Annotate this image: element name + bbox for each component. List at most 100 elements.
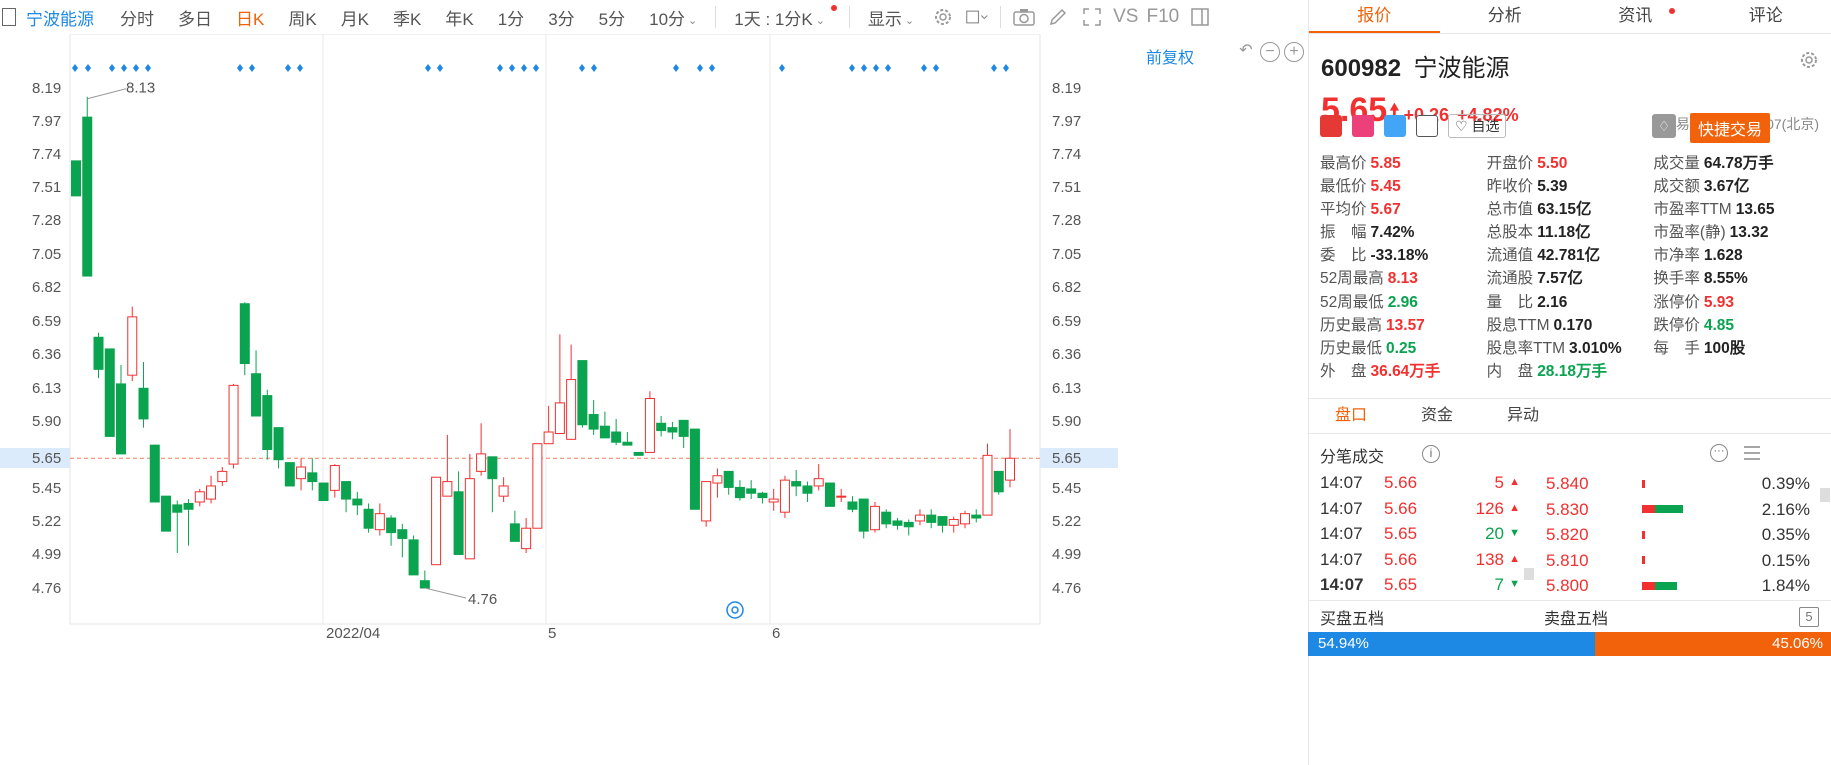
candle-body bbox=[307, 472, 318, 483]
undo-icon[interactable]: ↶ bbox=[1236, 42, 1256, 62]
panel-toggle-icon[interactable] bbox=[1189, 6, 1211, 28]
period-tab-weekly[interactable]: 周K bbox=[288, 5, 316, 30]
add-watchlist-button[interactable]: ♡ 自选 bbox=[1448, 114, 1507, 138]
stat-label: 外 盘 bbox=[1320, 362, 1367, 380]
china-flag-icon bbox=[1320, 115, 1342, 137]
sidebar-toggle-icon[interactable] bbox=[2, 8, 16, 26]
layout-box-icon[interactable] bbox=[966, 6, 988, 28]
stat-cell: 内 盘 28.18万手 bbox=[1487, 360, 1654, 383]
price-adjust-toggle[interactable]: 前复权 bbox=[1146, 44, 1194, 68]
tab-order-book[interactable]: 盘口 bbox=[1308, 399, 1394, 433]
f10-button[interactable]: F10 bbox=[1146, 6, 1179, 28]
event-marker-icon bbox=[885, 64, 891, 72]
period-tab-5min[interactable]: 5分 bbox=[599, 5, 625, 30]
stats-row: 历史最低 0.25 股息率TTM 3.010% 每 手 100股 bbox=[1320, 337, 1820, 360]
stock-name-link[interactable]: 宁波能源 bbox=[26, 5, 94, 30]
kline-chart[interactable]: 8.19 8.19 7.97 7.97 7.74 7.74 7.51 7.51 7.28 7.28… bbox=[0, 34, 1304, 765]
quick-trade-button[interactable]: 快捷交易 bbox=[1690, 113, 1771, 143]
period-tab-multiday[interactable]: 多日 bbox=[178, 5, 212, 30]
event-marker-icon bbox=[673, 64, 679, 72]
tick-price: 5.65 bbox=[1384, 575, 1418, 594]
period-tab-1min[interactable]: 1分 bbox=[498, 5, 524, 30]
stat-label: 成交额 bbox=[1653, 178, 1700, 196]
compare-vs-button[interactable]: VS bbox=[1113, 6, 1138, 28]
candle-body bbox=[757, 492, 768, 499]
tab-quote[interactable]: 报价 bbox=[1309, 0, 1440, 33]
toolbar-divider bbox=[715, 6, 717, 28]
stat-value: 5.50 bbox=[1537, 155, 1568, 172]
candle-body bbox=[217, 470, 228, 483]
y-axis-label-right: 7.51 bbox=[1052, 179, 1081, 196]
stat-label: 总股本 bbox=[1486, 224, 1534, 242]
y-axis-label-left: 7.05 bbox=[32, 246, 61, 263]
tag-icon[interactable] bbox=[1384, 115, 1406, 137]
list-view-icon[interactable] bbox=[1742, 444, 1762, 462]
margin-trading-icon[interactable] bbox=[1352, 115, 1374, 137]
tab-comments[interactable]: 评论 bbox=[1701, 0, 1831, 33]
tab-alerts[interactable]: 异动 bbox=[1480, 399, 1566, 433]
scrollbar-thumb[interactable] bbox=[1820, 488, 1830, 502]
camera-icon[interactable] bbox=[1013, 6, 1035, 28]
period-tab-yearly[interactable]: 年K bbox=[445, 5, 473, 30]
tick-row: 14:07 5.66 138 ▲ bbox=[1320, 547, 1520, 573]
tab-fund-flow[interactable]: 资金 bbox=[1394, 399, 1480, 433]
stat-label: 平均价 bbox=[1320, 201, 1367, 219]
y-axis-label-left: 5.45 bbox=[32, 480, 61, 497]
period-tab-10min[interactable]: 10分 ⌄ bbox=[649, 5, 697, 30]
period-tab-3min[interactable]: 3分 bbox=[548, 5, 574, 30]
stat-value: 5.45 bbox=[1370, 178, 1401, 196]
arrow-up-icon: ▲ bbox=[1509, 476, 1520, 488]
tick-price: 5.66 bbox=[1384, 473, 1418, 492]
period-tab-quarterly[interactable]: 季K bbox=[393, 5, 421, 30]
tick-time: 14:07 bbox=[1320, 524, 1363, 543]
tab-news[interactable]: 资讯 bbox=[1570, 0, 1701, 33]
period-tab-monthly[interactable]: 月K bbox=[341, 5, 369, 30]
level-price: 5.840 bbox=[1546, 474, 1589, 494]
fullscreen-icon[interactable] bbox=[1081, 6, 1103, 28]
y-axis-label-right: 6.13 bbox=[1052, 380, 1081, 397]
more-options-icon[interactable]: ··· bbox=[1710, 444, 1728, 462]
multiday-select[interactable]: 1天 : 1分K ⌄ bbox=[734, 5, 825, 30]
stat-label: 开盘价 bbox=[1486, 155, 1534, 172]
event-marker-icon bbox=[121, 64, 127, 72]
period-tab-intraday[interactable]: 分时 bbox=[120, 5, 154, 30]
y-axis-label-right: 4.76 bbox=[1052, 580, 1081, 597]
bell-icon[interactable]: ♢ bbox=[1652, 114, 1676, 138]
level-bar-red bbox=[1642, 530, 1645, 539]
display-menu[interactable]: 显示 ⌄ bbox=[868, 5, 914, 30]
candle-body bbox=[971, 514, 982, 519]
candle-body bbox=[172, 504, 183, 513]
stat-value: 8.13 bbox=[1387, 270, 1418, 288]
candle-body bbox=[228, 384, 239, 465]
tick-row: 14:07 5.66 126 ▲ bbox=[1320, 496, 1520, 522]
x-axis-label: 5 bbox=[548, 625, 556, 642]
period-tab-daily[interactable]: 日K bbox=[236, 5, 264, 30]
low-annotation: 4.76 bbox=[468, 591, 497, 608]
y-axis-label-right: 7.28 bbox=[1052, 212, 1081, 229]
stat-label: 52周最高 bbox=[1320, 270, 1384, 288]
info-icon[interactable]: i bbox=[1422, 445, 1440, 463]
event-marker-icon bbox=[85, 64, 91, 72]
stat-value: 0.170 bbox=[1553, 316, 1593, 334]
level-bar-red bbox=[1642, 505, 1655, 514]
candle-body bbox=[869, 505, 880, 531]
stats-row: 外 盘 36.64万手内 盘 28.18万手 bbox=[1320, 360, 1820, 383]
draw-pencil-icon[interactable] bbox=[1047, 6, 1069, 28]
stat-value: 3.010% bbox=[1569, 339, 1622, 357]
y-axis-label-left: 7.74 bbox=[32, 146, 61, 163]
stat-cell: 每 手 100股 bbox=[1653, 337, 1820, 360]
book-depth-icon[interactable]: 5 bbox=[1799, 607, 1819, 627]
settings-gear-icon[interactable] bbox=[1799, 50, 1819, 75]
stock-code: 600982 bbox=[1321, 55, 1402, 82]
stat-label: 涨停价 bbox=[1653, 293, 1700, 311]
zoom-in-icon[interactable]: + bbox=[1284, 42, 1304, 62]
stat-label: 内 盘 bbox=[1486, 362, 1534, 380]
notes-icon[interactable] bbox=[1416, 115, 1438, 137]
zoom-out-icon[interactable]: − bbox=[1260, 42, 1280, 62]
candle-body bbox=[723, 470, 734, 488]
list-scroll-indicator[interactable] bbox=[1524, 568, 1534, 580]
candle-body bbox=[588, 414, 599, 430]
stat-cell: 总股本 11.18亿 bbox=[1487, 221, 1654, 244]
settings-gear-icon[interactable] bbox=[932, 6, 954, 28]
tab-analysis[interactable]: 分析 bbox=[1440, 0, 1571, 33]
